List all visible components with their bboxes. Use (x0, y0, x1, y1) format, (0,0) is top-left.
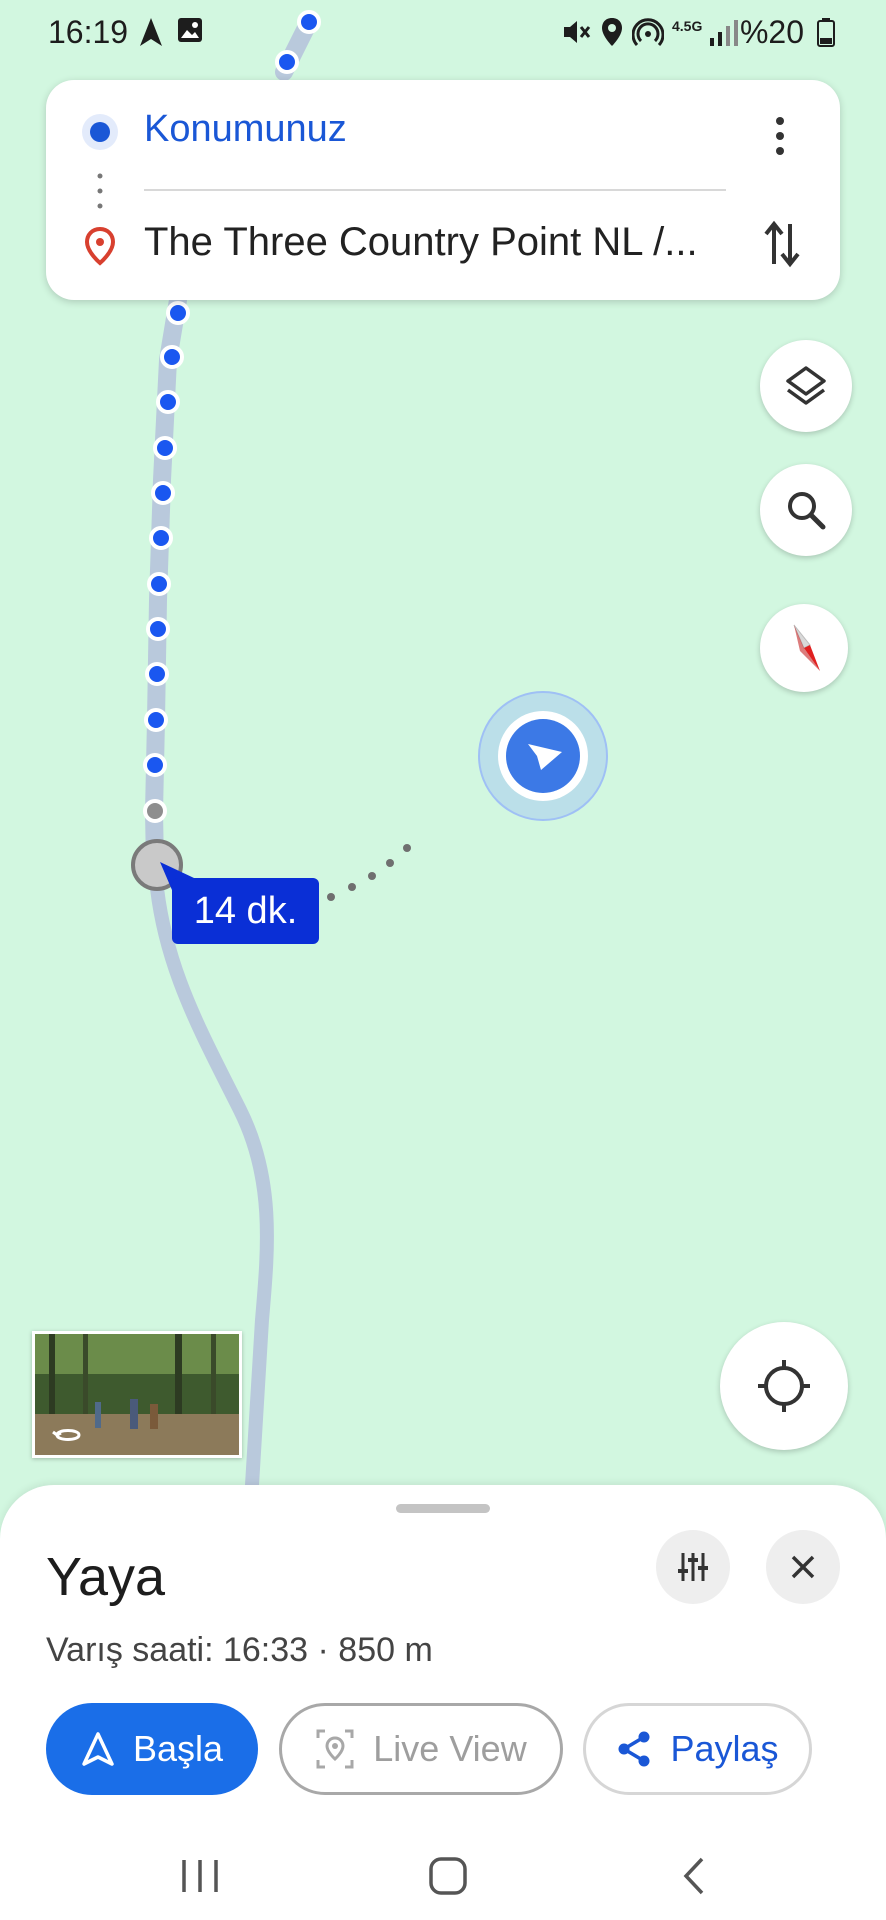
current-location-marker (478, 691, 608, 821)
start-label: Başla (132, 1728, 224, 1769)
search-icon (788, 492, 826, 530)
tune-icon (678, 1553, 708, 1581)
duration-badge: 14 dk. (172, 878, 319, 944)
system-nav-bar (0, 1826, 886, 1920)
status-time: 16:19 (48, 14, 129, 50)
layers-icon (786, 366, 826, 405)
street-view-thumbnail[interactable] (32, 1331, 242, 1458)
my-location-icon (758, 1360, 810, 1412)
origin-dot-icon (82, 114, 118, 150)
search-button[interactable] (760, 464, 852, 556)
battery-icon (817, 18, 835, 47)
close-icon (791, 1555, 815, 1579)
back-icon[interactable] (680, 1856, 708, 1896)
travel-mode-title: Yaya (46, 1547, 166, 1607)
image-icon (178, 18, 202, 42)
destination-field[interactable]: The Three Country Point NL /... (144, 220, 698, 265)
share-icon (618, 1731, 650, 1767)
mute-icon (564, 21, 591, 43)
route-dots-icon (97, 173, 103, 209)
street-view-image (35, 1334, 239, 1455)
compass-button[interactable] (760, 604, 848, 692)
navigation-arrow-icon (82, 1732, 114, 1766)
status-bar: 16:19 4.5G %20 (0, 0, 886, 66)
share-button[interactable]: Paylaş (583, 1703, 812, 1795)
duration-label: 14 dk. (193, 889, 298, 932)
divider (144, 189, 726, 191)
navigation-arrow-icon (140, 18, 162, 46)
network-label: 4.5G (672, 18, 703, 34)
signal-icon (710, 20, 738, 46)
arrival-info: Varış saati: 16:33 · 850 m (46, 1631, 433, 1669)
more-options-icon[interactable] (774, 116, 786, 156)
layers-button[interactable] (760, 340, 852, 432)
route-options-button[interactable] (656, 1530, 730, 1604)
compass-icon (793, 624, 820, 671)
home-icon[interactable] (428, 1856, 468, 1896)
live-view-label: Live View (373, 1728, 527, 1769)
battery-percent: %20 (739, 14, 804, 50)
swap-icon[interactable] (762, 220, 802, 268)
hotspot-icon (632, 18, 664, 47)
live-view-icon (316, 1729, 354, 1769)
recent-apps-icon[interactable] (180, 1858, 220, 1894)
recenter-button[interactable] (720, 1322, 848, 1450)
location-icon (602, 18, 622, 46)
close-button[interactable] (766, 1530, 840, 1604)
start-button[interactable]: Başla (46, 1703, 258, 1795)
live-view-button[interactable]: Live View (279, 1703, 563, 1795)
share-label: Paylaş (670, 1728, 779, 1769)
route-card: Konumunuz The Three Country Point NL /..… (46, 80, 840, 300)
destination-pin-icon (84, 226, 116, 266)
origin-field[interactable]: Konumunuz (144, 108, 347, 151)
sheet-drag-handle[interactable] (396, 1504, 490, 1513)
